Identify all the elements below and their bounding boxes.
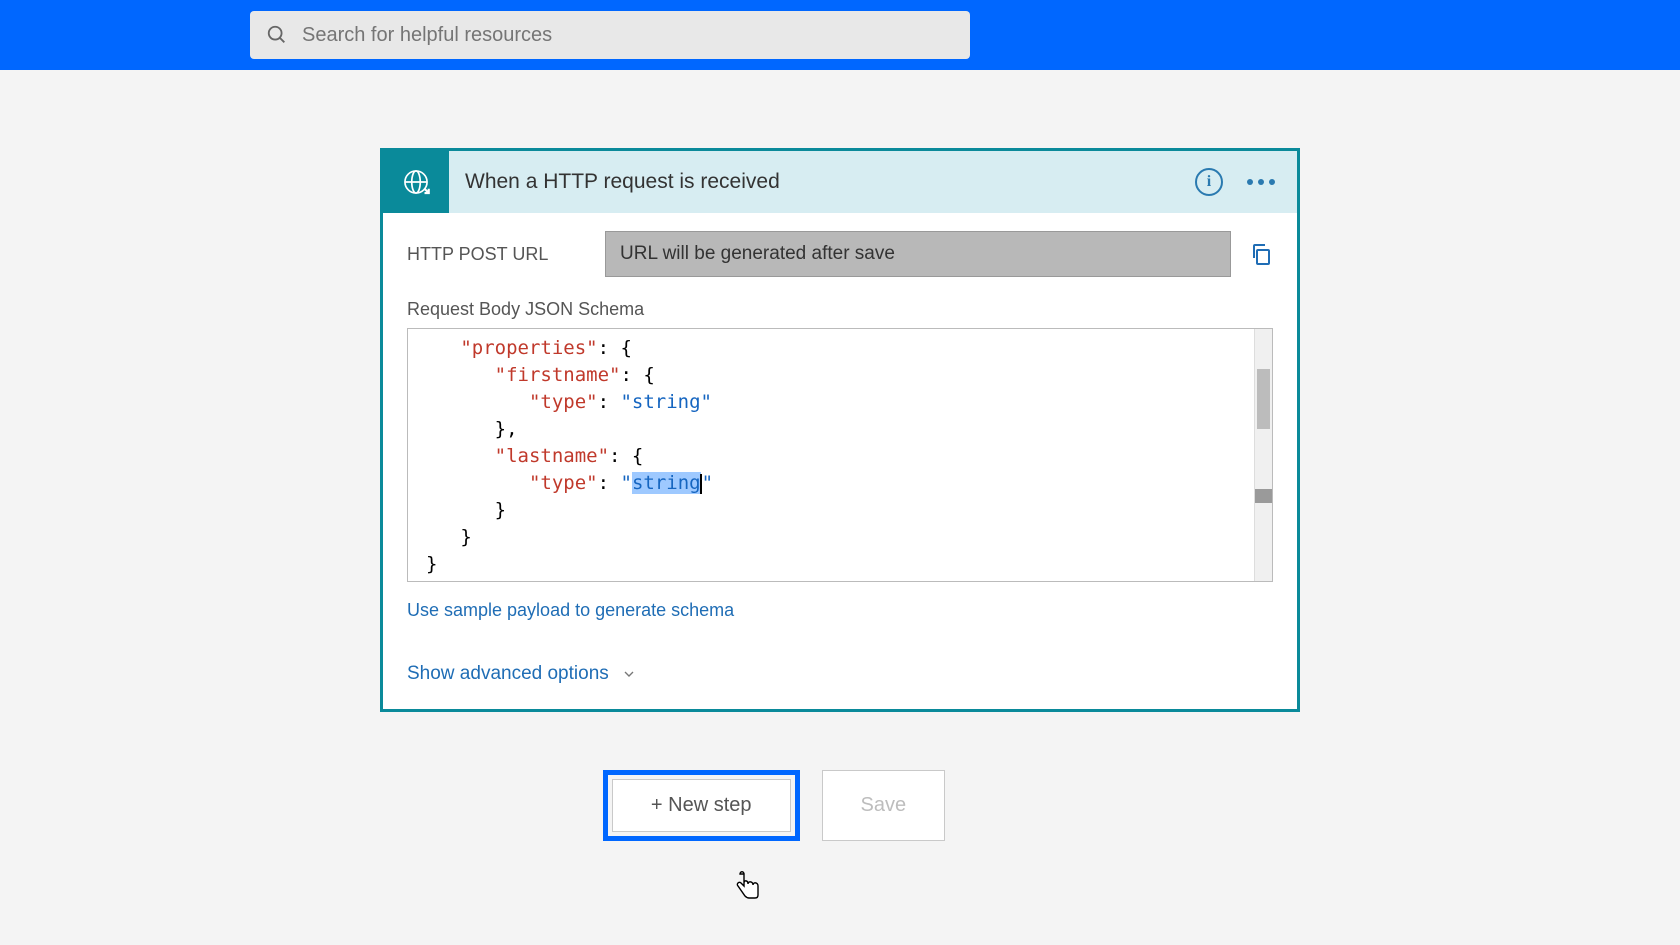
url-label: HTTP POST URL bbox=[407, 244, 587, 265]
schema-code[interactable]: "properties": { "firstname": { "type": "… bbox=[408, 329, 1254, 581]
scrollbar-thumb-lower[interactable] bbox=[1255, 489, 1272, 503]
info-icon[interactable]: i bbox=[1195, 168, 1223, 196]
search-input[interactable] bbox=[302, 24, 954, 47]
action-buttons: + New step Save bbox=[314, 770, 1234, 841]
sample-payload-link[interactable]: Use sample payload to generate schema bbox=[407, 600, 734, 621]
more-menu-icon[interactable] bbox=[1247, 179, 1275, 185]
top-bar bbox=[0, 0, 1680, 70]
trigger-header[interactable]: When a HTTP request is received i bbox=[383, 151, 1297, 213]
http-trigger-icon bbox=[383, 151, 449, 213]
copy-icon[interactable] bbox=[1249, 242, 1273, 266]
new-step-button[interactable]: + New step bbox=[612, 779, 791, 832]
advanced-options-toggle[interactable]: Show advanced options bbox=[407, 663, 1273, 685]
cursor-pointer-icon bbox=[735, 870, 763, 902]
search-icon bbox=[266, 24, 288, 46]
trigger-card: When a HTTP request is received i HTTP P… bbox=[380, 148, 1300, 712]
schema-label: Request Body JSON Schema bbox=[407, 299, 1273, 320]
schema-editor[interactable]: "properties": { "firstname": { "type": "… bbox=[407, 328, 1273, 582]
search-box[interactable] bbox=[250, 11, 970, 59]
scrollbar-thumb[interactable] bbox=[1257, 369, 1270, 429]
save-button[interactable]: Save bbox=[822, 770, 946, 841]
new-step-highlight: + New step bbox=[603, 770, 800, 841]
chevron-down-icon bbox=[621, 666, 637, 682]
trigger-title: When a HTTP request is received bbox=[465, 170, 1195, 194]
designer-canvas: When a HTTP request is received i HTTP P… bbox=[0, 70, 1680, 841]
scrollbar[interactable] bbox=[1254, 329, 1272, 581]
url-value-box: URL will be generated after save bbox=[605, 231, 1231, 277]
